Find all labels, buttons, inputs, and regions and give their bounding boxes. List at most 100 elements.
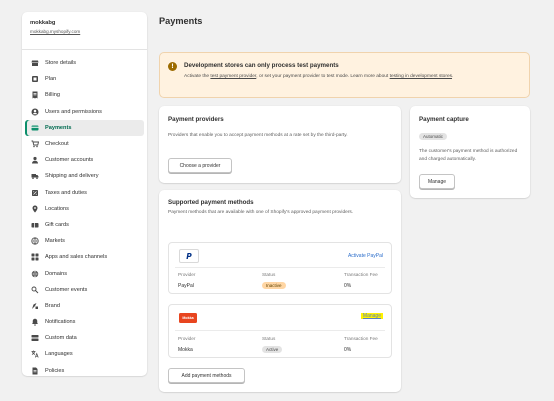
mokka-provider-name: Mokka (178, 347, 193, 353)
activate-paypal-link[interactable]: Activate PayPal (348, 253, 383, 259)
paypal-logo: P (179, 249, 199, 263)
users-icon (31, 108, 39, 116)
fee-column-label: Transaction Fee (344, 272, 378, 277)
dev-store-warning-banner: ! Development stores can only process te… (159, 52, 530, 98)
location-pin-icon (31, 205, 39, 213)
paypal-provider-name: PayPal (178, 283, 194, 289)
sidebar-item-payments[interactable]: Payments (25, 119, 144, 136)
sidebar-item-label: Payments (45, 124, 72, 131)
banner-text: Activate the test payment provider, or s… (184, 73, 514, 81)
banner-text-part: , or set your payment provider to test m… (256, 74, 390, 79)
supported-methods-description: Payment methods that are available with … (168, 210, 354, 215)
sidebar-item-customer-accounts[interactable]: Customer accounts (25, 152, 144, 168)
paypal-method-card: P Activate PayPal Provider Status Transa… (168, 242, 392, 294)
sidebar-item-label: Apps and sales channels (45, 254, 108, 261)
sidebar-item-users[interactable]: Users and permissions (25, 104, 144, 120)
banner-text-part: . (452, 74, 454, 79)
sidebar-item-plan[interactable]: Plan (25, 71, 144, 87)
sidebar-item-label: Customer accounts (45, 157, 94, 164)
supported-payment-methods-card: Supported payment methods Payment method… (159, 190, 401, 392)
status-column-label: Status (262, 336, 276, 341)
sidebar-item-languages[interactable]: Languages (25, 346, 144, 362)
sidebar-item-label: Markets (45, 238, 65, 245)
settings-nav: Store details Plan Billing Users and per… (25, 55, 144, 379)
manage-mokka-link[interactable]: Manage (360, 313, 383, 319)
mokka-transaction-fee: 0% (344, 347, 352, 353)
warning-icon: ! (168, 62, 177, 71)
policies-icon (31, 367, 39, 375)
sidebar-item-label: Customer events (45, 286, 88, 293)
manage-capture-button[interactable]: Manage (419, 174, 455, 189)
add-payment-methods-button[interactable]: Add payment methods (168, 368, 245, 383)
sidebar-item-gift-cards[interactable]: Gift cards (25, 217, 144, 233)
payments-icon (31, 124, 39, 132)
sidebar-item-taxes[interactable]: Taxes and duties (25, 185, 144, 201)
supported-methods-title: Supported payment methods (168, 199, 254, 206)
sidebar-item-label: Taxes and duties (45, 189, 87, 196)
sidebar-item-brand[interactable]: Brand (25, 298, 144, 314)
sidebar-item-label: Domains (45, 270, 68, 277)
status-badge: Inactive (262, 282, 286, 290)
fee-column-label: Transaction Fee (344, 336, 378, 341)
store-name: mokkabg (30, 20, 56, 26)
brand-icon (31, 302, 39, 310)
domain-globe-icon (31, 270, 39, 278)
sidebar-item-label: Checkout (45, 141, 69, 148)
mokka-logo-text: Mokka (182, 316, 194, 320)
status-column-label: Status (262, 272, 276, 277)
sidebar-item-markets[interactable]: Markets (25, 233, 144, 249)
sidebar-item-policies[interactable]: Policies (25, 363, 144, 379)
globe-icon (31, 237, 39, 245)
mokka-method-card: Mokka Manage Provider Status Transaction… (168, 304, 392, 358)
banner-title: Development stores can only process test… (184, 62, 339, 69)
test-payment-provider-link[interactable]: test payment provider (210, 74, 256, 79)
paypal-card-divider (175, 267, 385, 268)
sidebar-item-label: Gift cards (45, 221, 69, 228)
status-badge: Active (262, 346, 283, 354)
sidebar-item-label: Users and permissions (45, 108, 102, 115)
sidebar-item-apps[interactable]: Apps and sales channels (25, 249, 144, 265)
sidebar-item-domains[interactable]: Domains (25, 265, 144, 281)
store-icon (31, 59, 39, 67)
tax-icon (31, 189, 39, 197)
payment-capture-card: Payment capture Automatic The customer's… (410, 106, 530, 198)
sidebar-item-custom-data[interactable]: Custom data (25, 330, 144, 346)
truck-icon (31, 172, 39, 180)
cart-icon (31, 140, 39, 148)
mokka-card-divider (175, 330, 385, 331)
sidebar-item-label: Shipping and delivery (45, 173, 99, 180)
sidebar-item-shipping[interactable]: Shipping and delivery (25, 168, 144, 184)
sidebar-item-locations[interactable]: Locations (25, 201, 144, 217)
apps-icon (31, 253, 39, 261)
sidebar-item-label: Custom data (45, 335, 77, 342)
payment-providers-card: Payment providers Providers that enable … (159, 106, 401, 183)
sidebar-item-checkout[interactable]: Checkout (25, 136, 144, 152)
payment-capture-description: The customer's payment method is authori… (419, 149, 518, 162)
sidebar-item-label: Store details (45, 60, 77, 67)
banner-text-part: Activate the (184, 74, 211, 79)
capture-mode-badge: Automatic (419, 133, 448, 141)
provider-column-label: Provider (178, 336, 196, 341)
sidebar-item-label: Languages (45, 351, 73, 358)
store-url[interactable]: mokkabg.myshopify.com (30, 29, 80, 34)
sidebar-item-notifications[interactable]: Notifications (25, 314, 144, 330)
choose-provider-button[interactable]: Choose a provider (168, 158, 232, 173)
sidebar-item-customer-events[interactable]: Customer events (25, 282, 144, 298)
testing-dev-stores-link[interactable]: testing in development stores (390, 74, 452, 79)
settings-sidebar: mokkabg mokkabg.myshopify.com Store deta… (22, 12, 147, 376)
sidebar-item-label: Brand (45, 302, 60, 309)
sidebar-item-store-details[interactable]: Store details (25, 55, 144, 71)
customer-icon (31, 156, 39, 164)
sidebar-divider (22, 49, 147, 50)
paypal-logo-text: P (186, 251, 192, 261)
page-title: Payments (159, 16, 203, 26)
plan-icon (31, 75, 39, 83)
payment-providers-title: Payment providers (168, 116, 224, 123)
payment-providers-description: Providers that enable you to accept paym… (168, 133, 348, 138)
billing-icon (31, 91, 39, 99)
bell-icon (31, 318, 39, 326)
sidebar-item-billing[interactable]: Billing (25, 87, 144, 103)
sidebar-item-label: Notifications (45, 319, 76, 326)
sidebar-item-label: Plan (45, 76, 57, 83)
provider-column-label: Provider (178, 272, 196, 277)
